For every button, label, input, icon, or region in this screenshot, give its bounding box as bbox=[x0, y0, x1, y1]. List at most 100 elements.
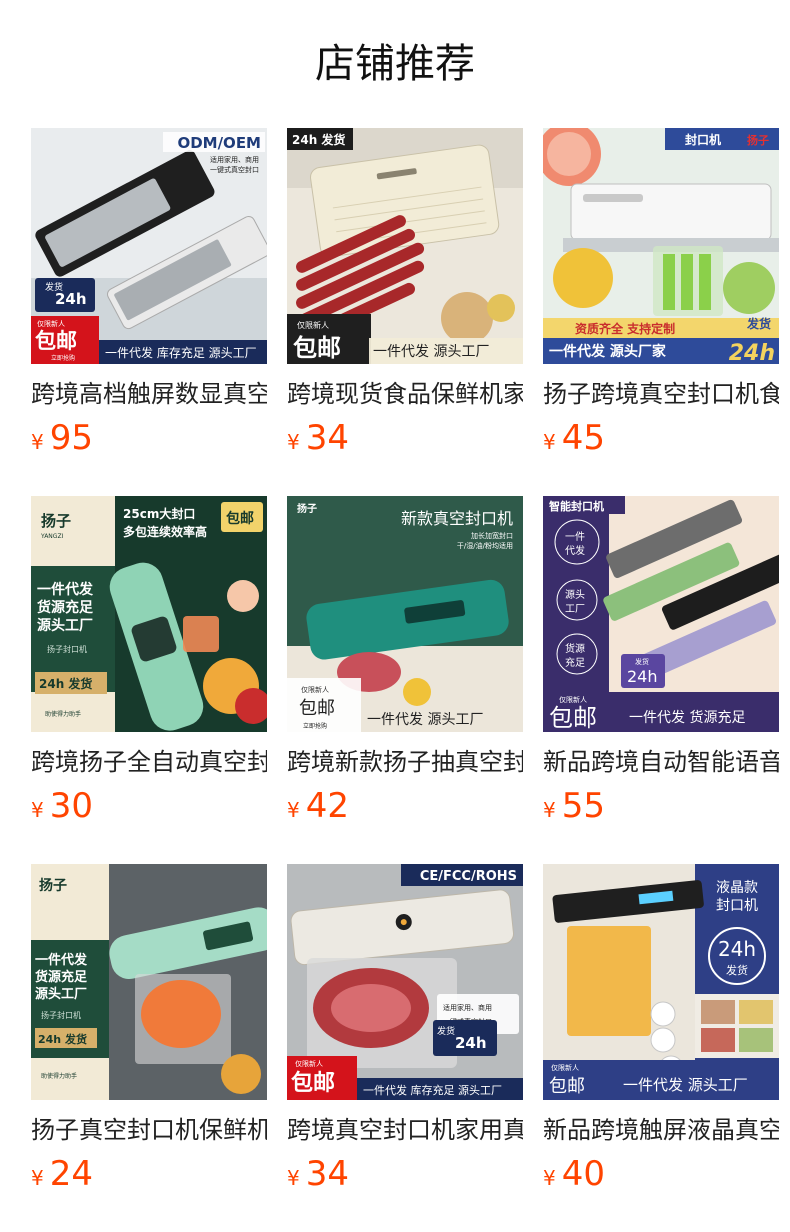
price-amount: 40 bbox=[561, 1154, 605, 1194]
product-image[interactable]: 液晶款 封口机 24h 发货 仅限新人 包邮 一件代发 源头工厂 bbox=[543, 864, 779, 1100]
store-recommend-page: 店铺推荐 ODM/OEM 适用家用、商用 一键式真空封口 发货 24h 仅限新人… bbox=[0, 0, 790, 1232]
product-price: ¥95 bbox=[31, 416, 93, 460]
image-sub-tag: 适用家用、商用 bbox=[210, 155, 259, 164]
image-ship-tag: 24h 发货 bbox=[38, 1032, 87, 1046]
price-amount: 55 bbox=[561, 786, 605, 826]
product-card[interactable]: 扬子 YANGZI 一件代发 货源充足 源头工厂 扬子封口机 24h 发货 助使… bbox=[31, 496, 267, 864]
image-ship-tag: 24h bbox=[455, 1034, 487, 1052]
product-card[interactable]: 扬子 一件代发 货源充足 源头工厂 扬子封口机 24h 发货 助使得力助手 扬子… bbox=[31, 864, 267, 1232]
image-circle-text: 工厂 bbox=[565, 604, 585, 615]
image-headline: 新款真空封口机 bbox=[401, 509, 513, 528]
price-amount: 34 bbox=[305, 1154, 349, 1194]
product-price: ¥45 bbox=[543, 416, 605, 460]
product-card[interactable]: 扬子 新款真空封口机 加长加宽封口 干/湿/油/粉均适用 仅限新人 包邮 立即抢… bbox=[287, 496, 523, 864]
image-circle-text: 源头 bbox=[565, 588, 585, 601]
product-price: ¥42 bbox=[287, 784, 349, 828]
image-ship-tag: 发货 bbox=[635, 657, 649, 666]
image-promo-button: 立即抢购 bbox=[51, 354, 75, 362]
product-price: ¥34 bbox=[287, 416, 349, 460]
product-card[interactable]: 液晶款 封口机 24h 发货 仅限新人 包邮 一件代发 源头工厂 新品跨境触屏液… bbox=[543, 864, 779, 1232]
image-ship-tag: 发货 bbox=[746, 316, 771, 331]
image-ship-tag: 24h bbox=[627, 667, 658, 686]
product-card[interactable]: CE/FCC/ROHS 适用家用、商用 一键式真空封口 发货 24h bbox=[287, 864, 523, 1232]
currency-symbol: ¥ bbox=[31, 430, 44, 454]
image-brand: 扬子 bbox=[297, 502, 317, 515]
image-promo-badge: 包邮 bbox=[549, 704, 597, 732]
product-card[interactable]: ODM/OEM 适用家用、商用 一键式真空封口 发货 24h 仅限新人 包邮 立… bbox=[31, 128, 267, 496]
product-image[interactable]: 扬子 一件代发 货源充足 源头工厂 扬子封口机 24h 发货 助使得力助手 bbox=[31, 864, 267, 1100]
image-side-text: 源头工厂 bbox=[35, 986, 87, 1002]
price-amount: 45 bbox=[561, 418, 605, 458]
image-brand-sub: YANGZI bbox=[40, 533, 64, 540]
image-promo-note: 仅限新人 bbox=[559, 695, 587, 704]
image-headline: 25cm大封口 bbox=[123, 506, 195, 521]
product-image[interactable]: CE/FCC/ROHS 适用家用、商用 一键式真空封口 发货 24h bbox=[287, 864, 523, 1100]
image-brand: 扬子 bbox=[41, 512, 71, 530]
image-side-text: 一件代发 bbox=[35, 952, 88, 968]
image-footer: 一件代发 源头工厂 bbox=[623, 1076, 748, 1094]
price-amount: 24 bbox=[49, 1154, 93, 1194]
product-image[interactable]: 扬子 YANGZI 一件代发 货源充足 源头工厂 扬子封口机 24h 发货 助使… bbox=[31, 496, 267, 732]
currency-symbol: ¥ bbox=[543, 1166, 556, 1190]
product-name[interactable]: 扬子真空封口机保鲜机 bbox=[31, 1112, 267, 1148]
image-tagline: 资质齐全 支持定制 bbox=[575, 321, 675, 336]
product-image-art: 24h 发货 仅限新人 包邮 一件代发 源头工厂 bbox=[287, 128, 523, 364]
image-corner-tag: 智能封口机 bbox=[549, 499, 604, 513]
product-name[interactable]: 跨境高档触屏数显真空 bbox=[31, 376, 267, 412]
image-corner-tag: CE/FCC/ROHS bbox=[420, 869, 517, 884]
image-footer-big: 24h bbox=[729, 341, 775, 364]
product-name[interactable]: 扬子跨境真空封口机食 bbox=[543, 376, 779, 412]
product-image-art: CE/FCC/ROHS 适用家用、商用 一键式真空封口 发货 24h bbox=[287, 864, 523, 1100]
image-promo-badge: 包邮 bbox=[293, 334, 341, 362]
image-footer: 一件代发 货源充足 bbox=[629, 709, 745, 726]
currency-symbol: ¥ bbox=[543, 430, 556, 454]
product-name[interactable]: 跨境真空封口机家用真 bbox=[287, 1112, 523, 1148]
product-image[interactable]: 扬子 新款真空封口机 加长加宽封口 干/湿/油/粉均适用 仅限新人 包邮 立即抢… bbox=[287, 496, 523, 732]
image-ship-tag: 24h bbox=[55, 290, 87, 308]
product-card[interactable]: 24h 发货 仅限新人 包邮 一件代发 源头工厂 跨境现货食品保鲜机家 ¥34 bbox=[287, 128, 523, 496]
image-footer: 一件代发 源头工厂 bbox=[367, 712, 483, 728]
image-promo-note: 仅限新人 bbox=[551, 1063, 579, 1072]
product-price: ¥24 bbox=[31, 1152, 93, 1196]
product-name[interactable]: 跨境新款扬子抽真空封 bbox=[287, 744, 523, 780]
image-headline: 多包连续效率高 bbox=[123, 524, 207, 539]
product-price: ¥34 bbox=[287, 1152, 349, 1196]
image-note: 助使得力助手 bbox=[45, 710, 81, 718]
product-image-art: 扬子 一件代发 货源充足 源头工厂 扬子封口机 24h 发货 助使得力助手 bbox=[31, 864, 267, 1100]
image-promo-badge: 包邮 bbox=[35, 329, 77, 353]
product-name[interactable]: 新品跨境自动智能语音 bbox=[543, 744, 779, 780]
image-promo-note: 仅限新人 bbox=[295, 1059, 323, 1068]
product-image[interactable]: ODM/OEM 适用家用、商用 一键式真空封口 发货 24h 仅限新人 包邮 立… bbox=[31, 128, 267, 364]
image-corner-tag: 封口机 bbox=[685, 132, 721, 147]
product-image[interactable]: 智能封口机 一件 代发 源头 工厂 货源 充足 发货 24h 仅限新人 包邮 一… bbox=[543, 496, 779, 732]
image-promo-button: 立即抢购 bbox=[303, 722, 327, 730]
product-name[interactable]: 新品跨境触屏液晶真空 bbox=[543, 1112, 779, 1148]
image-promo-note: 仅限新人 bbox=[37, 319, 65, 328]
image-badge: 包邮 bbox=[226, 510, 254, 527]
image-ship-tag: 24h 发货 bbox=[39, 676, 92, 691]
image-footer: 一件代发 源头工厂 bbox=[373, 344, 489, 360]
product-name[interactable]: 跨境现货食品保鲜机家 bbox=[287, 376, 523, 412]
product-name[interactable]: 跨境扬子全自动真空封 bbox=[31, 744, 267, 780]
image-circle-text: 充足 bbox=[565, 656, 585, 669]
currency-symbol: ¥ bbox=[287, 430, 300, 454]
product-card[interactable]: 智能封口机 一件 代发 源头 工厂 货源 充足 发货 24h 仅限新人 包邮 一… bbox=[543, 496, 779, 864]
currency-symbol: ¥ bbox=[543, 798, 556, 822]
product-card[interactable]: 封口机 扬子 资质齐全 支持定制 发货 一件代发 源头厂家 24h 扬子跨境真空… bbox=[543, 128, 779, 496]
image-promo-note: 仅限新人 bbox=[301, 685, 329, 694]
currency-symbol: ¥ bbox=[287, 798, 300, 822]
image-corner-tag: 24h 发货 bbox=[292, 132, 345, 147]
currency-symbol: ¥ bbox=[31, 798, 44, 822]
image-side-text: 源头工厂 bbox=[37, 617, 93, 634]
image-side-text: 一件代发 bbox=[37, 581, 94, 598]
image-side-text: 货源充足 bbox=[35, 969, 88, 985]
price-amount: 42 bbox=[305, 786, 349, 826]
product-image[interactable]: 封口机 扬子 资质齐全 支持定制 发货 一件代发 源头厂家 24h bbox=[543, 128, 779, 364]
image-side-text: 扬子封口机 bbox=[47, 644, 87, 654]
product-image[interactable]: 24h 发货 仅限新人 包邮 一件代发 源头工厂 bbox=[287, 128, 523, 364]
product-price: ¥40 bbox=[543, 1152, 605, 1196]
product-image-art: 液晶款 封口机 24h 发货 仅限新人 包邮 一件代发 源头工厂 bbox=[543, 864, 779, 1100]
image-ship-tag: 发货 bbox=[726, 963, 748, 977]
image-footer: 一件代发 源头厂家 bbox=[549, 343, 667, 360]
image-promo-badge: 包邮 bbox=[299, 698, 335, 719]
